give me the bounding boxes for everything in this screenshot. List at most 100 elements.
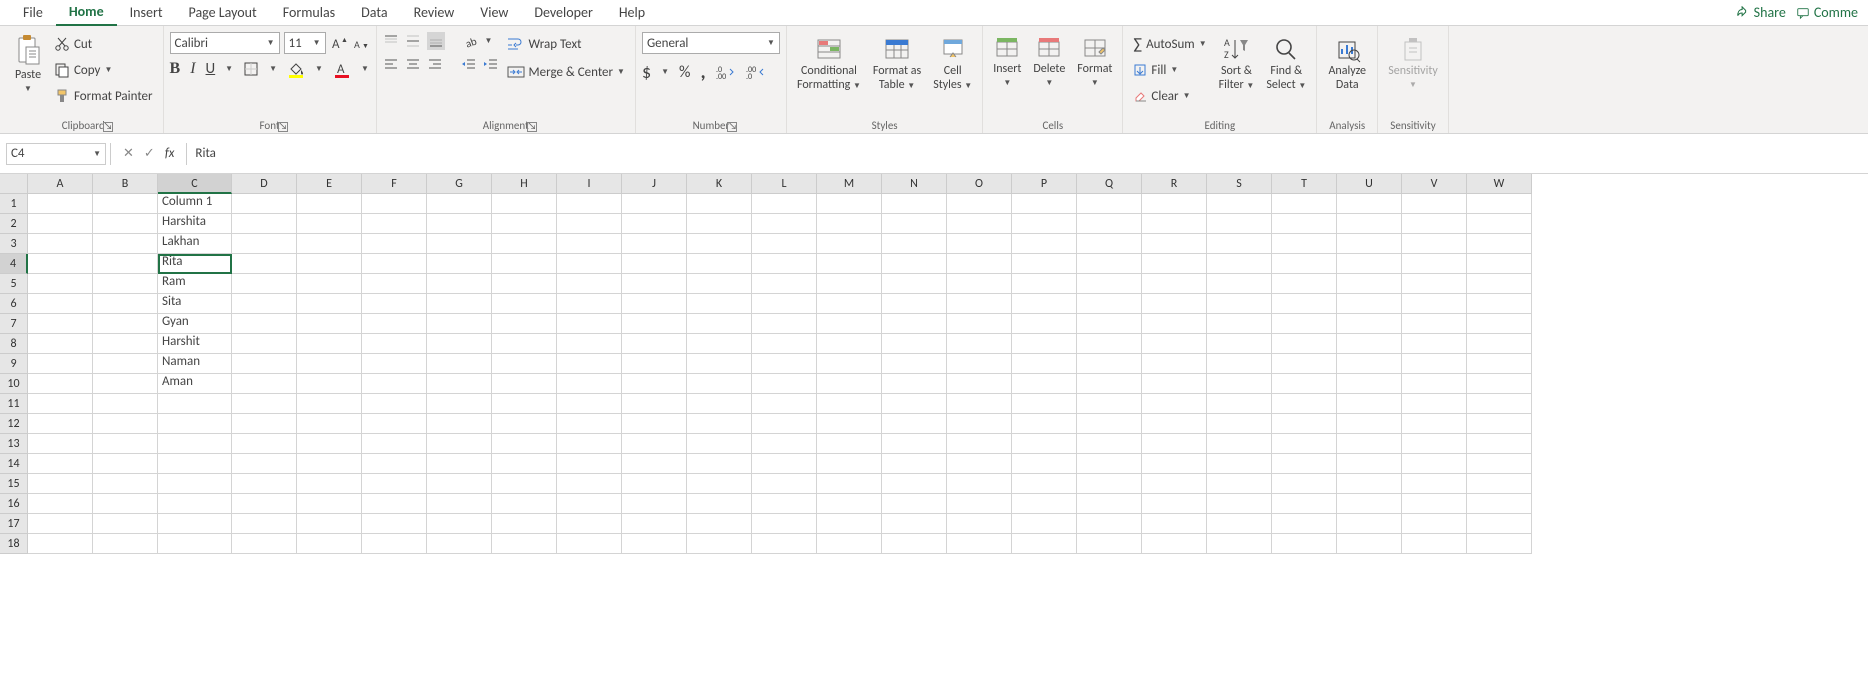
cell-S13[interactable] <box>1207 434 1272 454</box>
cell-L3[interactable] <box>752 234 817 254</box>
cell-S3[interactable] <box>1207 234 1272 254</box>
row-header-5[interactable]: 5 <box>0 274 28 294</box>
cell-T14[interactable] <box>1272 454 1337 474</box>
cell-B10[interactable] <box>93 374 158 394</box>
cell-I12[interactable] <box>557 414 622 434</box>
cell-V8[interactable] <box>1402 334 1467 354</box>
cell-U1[interactable] <box>1337 194 1402 214</box>
cell-H4[interactable] <box>492 254 557 274</box>
cell-T5[interactable] <box>1272 274 1337 294</box>
bold-button[interactable]: B <box>170 60 181 78</box>
cell-V15[interactable] <box>1402 474 1467 494</box>
cell-N3[interactable] <box>882 234 947 254</box>
cell-C2[interactable]: Harshita <box>158 214 232 234</box>
cell-P14[interactable] <box>1012 454 1077 474</box>
cell-F15[interactable] <box>362 474 427 494</box>
column-header-N[interactable]: N <box>882 174 947 194</box>
cell-O13[interactable] <box>947 434 1012 454</box>
cell-S4[interactable] <box>1207 254 1272 274</box>
column-header-W[interactable]: W <box>1467 174 1532 194</box>
cell-U9[interactable] <box>1337 354 1402 374</box>
cell-D3[interactable] <box>232 234 297 254</box>
row-header-16[interactable]: 16 <box>0 494 28 514</box>
cell-K13[interactable] <box>687 434 752 454</box>
cell-M8[interactable] <box>817 334 882 354</box>
cell-H2[interactable] <box>492 214 557 234</box>
cell-J12[interactable] <box>622 414 687 434</box>
cell-A13[interactable] <box>28 434 93 454</box>
cell-R11[interactable] <box>1142 394 1207 414</box>
decrease-decimal-button[interactable]: .00.0 <box>746 64 766 80</box>
cell-L15[interactable] <box>752 474 817 494</box>
cell-U5[interactable] <box>1337 274 1402 294</box>
cell-B8[interactable] <box>93 334 158 354</box>
cell-D7[interactable] <box>232 314 297 334</box>
cell-G2[interactable] <box>427 214 492 234</box>
cell-A15[interactable] <box>28 474 93 494</box>
cell-Q5[interactable] <box>1077 274 1142 294</box>
tab-developer[interactable]: Developer <box>521 0 605 25</box>
cell-B7[interactable] <box>93 314 158 334</box>
cell-O2[interactable] <box>947 214 1012 234</box>
column-header-L[interactable]: L <box>752 174 817 194</box>
cell-N7[interactable] <box>882 314 947 334</box>
cancel-formula-button[interactable]: ✕ <box>123 146 134 161</box>
cell-G10[interactable] <box>427 374 492 394</box>
cell-R10[interactable] <box>1142 374 1207 394</box>
cell-N4[interactable] <box>882 254 947 274</box>
cell-A3[interactable] <box>28 234 93 254</box>
select-all-corner[interactable] <box>0 174 28 194</box>
cell-W9[interactable] <box>1467 354 1532 374</box>
cell-C12[interactable] <box>158 414 232 434</box>
column-header-C[interactable]: C <box>158 174 232 194</box>
cell-M7[interactable] <box>817 314 882 334</box>
cell-N8[interactable] <box>882 334 947 354</box>
cell-L10[interactable] <box>752 374 817 394</box>
cell-I11[interactable] <box>557 394 622 414</box>
cell-G9[interactable] <box>427 354 492 374</box>
cell-H18[interactable] <box>492 534 557 554</box>
cell-S9[interactable] <box>1207 354 1272 374</box>
tab-formulas[interactable]: Formulas <box>270 0 348 25</box>
column-header-B[interactable]: B <box>93 174 158 194</box>
cell-O11[interactable] <box>947 394 1012 414</box>
sort-filter-button[interactable]: AZSort &Filter ▼ <box>1215 32 1259 95</box>
column-header-F[interactable]: F <box>362 174 427 194</box>
cell-I14[interactable] <box>557 454 622 474</box>
cell-U6[interactable] <box>1337 294 1402 314</box>
name-box[interactable]: C4▼ <box>6 143 106 165</box>
paste-button[interactable]: Paste ▼ <box>10 32 46 98</box>
cell-O1[interactable] <box>947 194 1012 214</box>
cell-J9[interactable] <box>622 354 687 374</box>
cell-L14[interactable] <box>752 454 817 474</box>
cell-S2[interactable] <box>1207 214 1272 234</box>
format-painter-button[interactable]: Format Painter <box>50 84 157 108</box>
cell-U15[interactable] <box>1337 474 1402 494</box>
cell-H7[interactable] <box>492 314 557 334</box>
cell-K15[interactable] <box>687 474 752 494</box>
cell-I2[interactable] <box>557 214 622 234</box>
increase-decimal-button[interactable]: .0.00 <box>716 64 736 80</box>
row-header-1[interactable]: 1 <box>0 194 28 214</box>
cell-P1[interactable] <box>1012 194 1077 214</box>
alignment-dialog-launcher[interactable]: ↘ <box>527 122 537 132</box>
cell-V14[interactable] <box>1402 454 1467 474</box>
row-header-2[interactable]: 2 <box>0 214 28 234</box>
cell-F7[interactable] <box>362 314 427 334</box>
cell-T7[interactable] <box>1272 314 1337 334</box>
cell-C11[interactable] <box>158 394 232 414</box>
decrease-font-icon[interactable]: A▼ <box>352 34 370 52</box>
cell-A7[interactable] <box>28 314 93 334</box>
autosum-button[interactable]: ∑AutoSum▼ <box>1129 32 1210 56</box>
cell-R5[interactable] <box>1142 274 1207 294</box>
cell-N9[interactable] <box>882 354 947 374</box>
cell-Q3[interactable] <box>1077 234 1142 254</box>
clipboard-dialog-launcher[interactable]: ↘ <box>103 122 113 132</box>
cell-J6[interactable] <box>622 294 687 314</box>
cell-N2[interactable] <box>882 214 947 234</box>
cell-K12[interactable] <box>687 414 752 434</box>
cell-T17[interactable] <box>1272 514 1337 534</box>
cell-J18[interactable] <box>622 534 687 554</box>
cell-L7[interactable] <box>752 314 817 334</box>
cell-O3[interactable] <box>947 234 1012 254</box>
